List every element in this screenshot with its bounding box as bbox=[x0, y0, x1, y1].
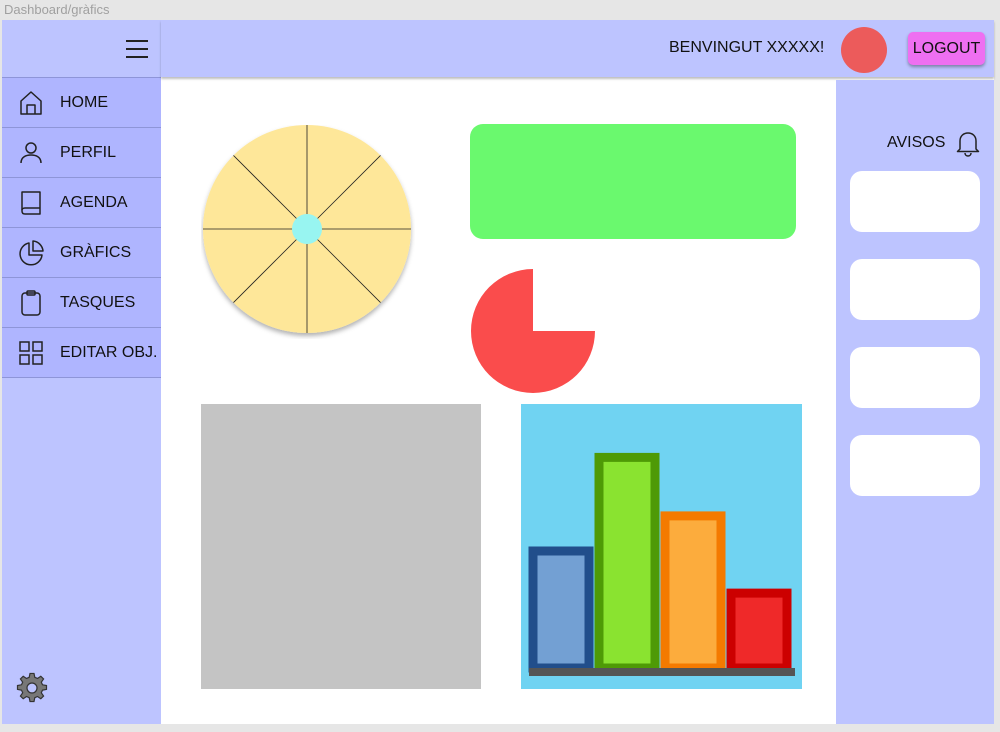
dashboard-app: HOME PERFIL AGENDA GRÀFICS TASQUES EDITA… bbox=[2, 20, 994, 724]
bar bbox=[594, 452, 660, 673]
sidebar-nav: HOME PERFIL AGENDA GRÀFICS TASQUES EDITA… bbox=[2, 77, 161, 378]
sidebar-item-label: PERFIL bbox=[60, 143, 117, 161]
sidebar-item-tasques[interactable]: TASQUES bbox=[2, 277, 161, 328]
welcome-message: BENVINGUT XXXXX! bbox=[669, 39, 825, 56]
avatar[interactable] bbox=[841, 27, 887, 73]
sidebar-item-editar-obj[interactable]: EDITAR OBJ. bbox=[2, 327, 161, 378]
home-icon bbox=[17, 89, 45, 117]
sidebar-item-label: TASQUES bbox=[60, 293, 136, 311]
bell-icon[interactable] bbox=[955, 129, 981, 157]
pie-slice bbox=[471, 269, 595, 393]
yellow-pie-chart bbox=[203, 125, 411, 333]
bar bbox=[660, 511, 726, 673]
book-icon bbox=[17, 189, 45, 217]
notice-card[interactable] bbox=[850, 171, 980, 232]
sidebar-item-label: EDITAR OBJ. bbox=[60, 343, 158, 361]
gear-icon[interactable] bbox=[16, 672, 48, 704]
pie-center bbox=[292, 214, 322, 244]
pie-chart-icon bbox=[17, 239, 45, 267]
notice-card[interactable] bbox=[850, 347, 980, 408]
top-bar: BENVINGUT XXXXX! LOGOUT bbox=[161, 20, 994, 77]
red-pie-chart bbox=[471, 269, 595, 393]
notices-title: AVISOS bbox=[887, 134, 946, 151]
sidebar-item-home[interactable]: HOME bbox=[2, 77, 161, 128]
bar bbox=[528, 546, 594, 673]
frame-title: Dashboard/gràfics bbox=[4, 2, 110, 17]
sidebar-item-label: AGENDA bbox=[60, 193, 128, 211]
notice-card[interactable] bbox=[850, 259, 980, 320]
notices-panel: AVISOS bbox=[836, 80, 994, 724]
user-icon bbox=[17, 139, 45, 167]
sidebar: HOME PERFIL AGENDA GRÀFICS TASQUES EDITA… bbox=[2, 20, 161, 724]
hamburger-menu-icon[interactable] bbox=[126, 40, 148, 58]
image-placeholder bbox=[201, 404, 481, 689]
grid-icon bbox=[17, 339, 45, 367]
sidebar-item-agenda[interactable]: AGENDA bbox=[2, 177, 161, 228]
sidebar-item-label: GRÀFICS bbox=[60, 243, 132, 261]
logout-button[interactable]: LOGOUT bbox=[908, 32, 985, 65]
sidebar-item-grafics[interactable]: GRÀFICS bbox=[2, 227, 161, 278]
bar-chart bbox=[521, 404, 802, 689]
chart-baseline bbox=[529, 668, 795, 676]
summary-card bbox=[470, 124, 796, 239]
notice-card[interactable] bbox=[850, 435, 980, 496]
sidebar-item-perfil[interactable]: PERFIL bbox=[2, 127, 161, 178]
bar bbox=[726, 588, 792, 673]
sidebar-item-label: HOME bbox=[60, 93, 108, 111]
clipboard-icon bbox=[17, 289, 45, 317]
